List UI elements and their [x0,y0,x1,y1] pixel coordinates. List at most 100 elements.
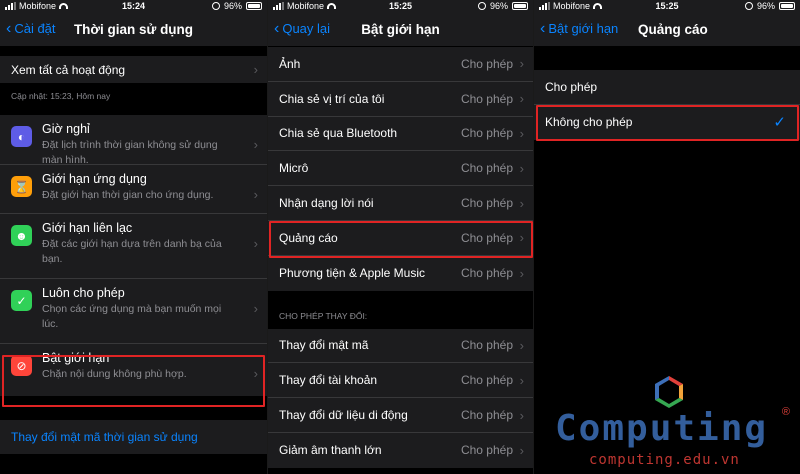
row-speech-recognition[interactable]: Nhận dạng lời nói Cho phép › [268,186,533,221]
chevron-right-icon: › [519,337,524,353]
status-bar: Mobifone 15:25 96% [534,0,800,13]
chevron-right-icon: › [253,62,258,77]
chevron-right-icon: › [519,195,524,211]
back-button[interactable]: ‹ Bật giới hạn [540,19,619,37]
row-label: Thay đổi tài khoản [279,373,378,388]
chevron-right-icon: › [519,56,524,72]
nav-bar: ‹ Quay lại Bật giới hạn [268,13,533,46]
list-item-always-allowed[interactable]: ✓ Luôn cho phép Chọn các ứng dụng mà bạn… [0,279,267,344]
see-all-group: Xem tất cả hoạt động › [0,56,267,83]
item-title: Bật giới hạn [42,351,110,365]
battery-percent: 96% [223,1,242,11]
row-cellular-data-changes[interactable]: Thay đổi dữ liệu di động Cho phép › [268,398,533,433]
nav-bar: ‹ Cài đặt Thời gian sử dụng [0,13,267,46]
chevron-right-icon: › [519,265,524,281]
chevron-right-icon: › [519,91,524,107]
restrictions-group: Ảnh Cho phép › Chia sẻ vị trí của tôi Cho p… [268,47,533,291]
chevron-right-icon: › [253,301,258,316]
orientation-lock-icon [477,2,486,10]
row-label: Micrô [279,161,309,176]
checkmark-icon: ✓ [773,114,786,132]
row-advertising[interactable]: Quảng cáo Cho phép › [268,221,533,256]
option-label: Cho phép [545,79,598,94]
option-dont-allow[interactable]: Không cho phép ✓ [534,105,800,140]
status-bar: Mobifone 15:24 96% [0,0,267,13]
prohibited-icon: ⊘ [11,355,32,376]
item-subtitle: Đặt giới hạn thời gian cho ứng dụng. [42,189,214,201]
item-subtitle: Chọn các ứng dụng mà bạn muốn mọi lúc. [42,303,222,330]
status-bar: Mobifone 15:25 96% [268,0,533,13]
row-value: Cho phép [460,161,513,176]
row-media-apple-music[interactable]: Phương tiện & Apple Music Cho phép › [268,256,533,291]
row-bluetooth-sharing[interactable]: Chia sẻ qua Bluetooth Cho phép › [268,117,533,152]
row-label: Chia sẻ vị trí của tôi [279,91,385,106]
watermark-url: computing.edu.vn [589,452,740,468]
item-title: Giới hạn ứng dụng [42,172,147,186]
change-passcode-label: Thay đổi mật mã thời gian sử dụng [11,430,198,444]
row-account-changes[interactable]: Thay đổi tài khoản Cho phép › [268,363,533,399]
battery-icon [779,2,795,10]
item-subtitle: Đặt lịch trình thời gian không sử dụng m… [42,139,218,166]
row-reduce-loud-sounds[interactable]: Giảm âm thanh lớn Cho phép › [268,433,533,468]
row-photos[interactable]: Ảnh Cho phép › [268,47,533,82]
row-value: Cho phép [460,266,513,281]
back-label: Bật giới hạn [548,21,619,36]
row-value: Cho phép [460,373,513,388]
row-label: Chia sẻ qua Bluetooth [279,126,398,141]
see-all-activity-row[interactable]: Xem tất cả hoạt động › [0,56,267,83]
row-value: Cho phép [460,56,513,71]
orientation-lock-icon [744,2,753,10]
change-passcode-button[interactable]: Thay đổi mật mã thời gian sử dụng [0,420,267,454]
item-title: Luôn cho phép [42,286,125,300]
chevron-right-icon: › [253,366,258,381]
chevron-right-icon: › [253,187,258,202]
screen-time-panel: Mobifone 15:24 96% ‹ Cài đặt Thời gian s… [0,0,267,474]
row-share-location[interactable]: Chia sẻ vị trí của tôi Cho phép › [268,82,533,117]
downtime-icon: ◐ [11,126,32,147]
row-label: Nhận dạng lời nói [279,196,374,211]
chevron-right-icon: › [519,230,524,246]
chevron-right-icon: › [253,137,258,152]
row-label: Ảnh [279,56,301,71]
orientation-lock-icon [211,2,220,10]
passcode-group: Thay đổi mật mã thời gian sử dụng [0,420,267,454]
section-header: CHO PHÉP THAY ĐỔI: [279,310,368,321]
list-item-downtime[interactable]: ◐ Giờ nghỉ Đặt lịch trình thời gian khôn… [0,115,267,166]
row-value: Cho phép [460,91,513,106]
item-title: Giờ nghỉ [42,122,90,136]
contact-icon: ☻ [11,225,32,246]
chevron-right-icon: › [519,442,524,458]
battery-percent: 96% [489,1,508,11]
list-item-restrictions[interactable]: ⊘ Bật giới hạn Chặn nội dung không phù h… [0,344,267,396]
page-title: Quảng cáo [638,22,708,37]
option-allow[interactable]: Cho phép [534,70,800,105]
list-item-communication-limits[interactable]: ☻ Giới hạn liên lạc Đặt các giới hạn dựa… [0,214,267,279]
nav-bar: ‹ Bật giới hạn Quảng cáo [534,13,800,46]
item-title: Giới hạn liên lạc [42,221,133,235]
allow-changes-group: Thay đổi mật mã Cho phép › Thay đổi tài kh… [268,328,533,468]
row-microphone[interactable]: Micrô Cho phép › [268,151,533,187]
row-label: Quảng cáo [279,230,338,245]
watermark-name: Computing [555,408,769,449]
chevron-right-icon: › [519,372,524,388]
chevron-right-icon: › [253,236,258,251]
battery-icon [246,2,262,10]
row-value: Cho phép [460,126,513,141]
row-value: Cho phép [460,338,513,353]
list-item-app-limits[interactable]: ⌛ Giới hạn ứng dụng Đặt giới hạn thời gi… [0,165,267,214]
row-label: Giảm âm thanh lớn [279,443,382,458]
chevron-left-icon: ‹ [540,19,546,37]
restrictions-panel: Mobifone 15:25 96% ‹ Quay lại Bật giới h… [267,0,533,474]
hourglass-icon: ⌛ [11,176,32,197]
updated-label: Cập nhật: 15:23, Hôm nay [11,91,111,101]
page-title: Bật giới hạn [361,22,440,37]
row-passcode-changes[interactable]: Thay đổi mật mã Cho phép › [268,329,533,364]
settings-group: ◐ Giờ nghỉ Đặt lịch trình thời gian khôn… [0,115,267,396]
chevron-right-icon: › [519,407,524,423]
row-value: Cho phép [460,230,513,245]
row-label: Thay đổi mật mã [279,338,369,353]
computing-logo-icon [655,376,683,408]
options-group: Cho phép Không cho phép ✓ [534,70,800,140]
registered-mark: ® [781,406,790,418]
see-all-label: Xem tất cả hoạt động [11,62,126,77]
